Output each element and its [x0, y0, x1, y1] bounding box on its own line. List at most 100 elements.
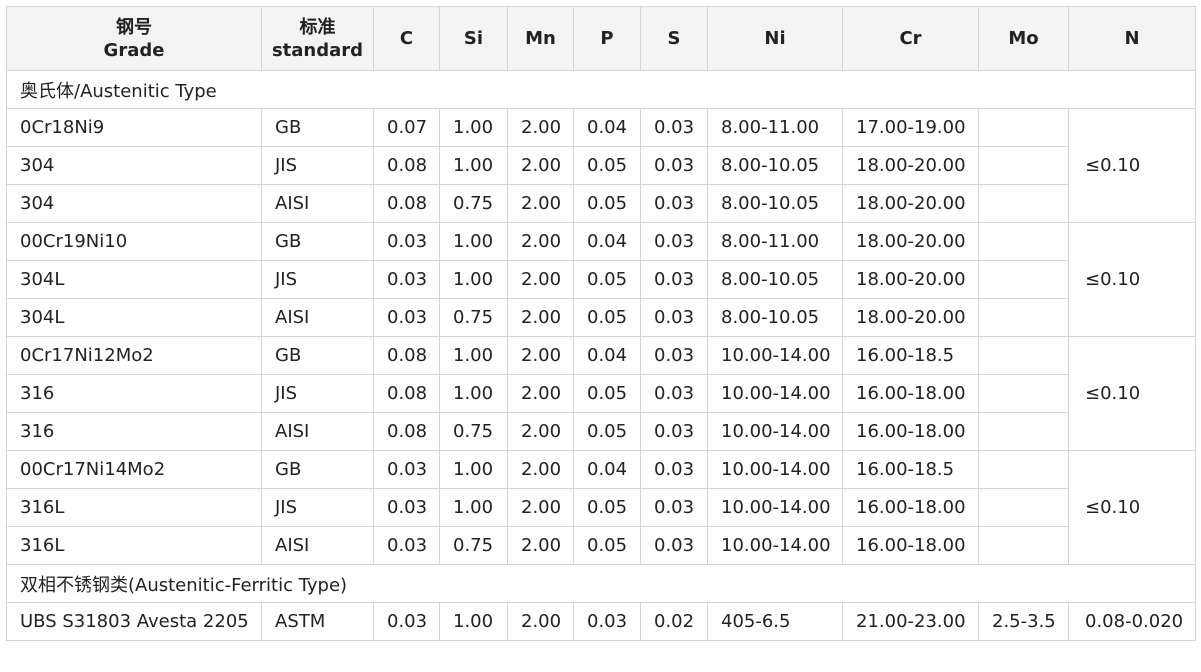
cell-s: 0.03 — [640, 260, 708, 299]
section-row: 双相不锈钢类(Austenitic-Ferritic Type) — [6, 564, 1196, 603]
cell-s: 0.03 — [640, 222, 708, 261]
header-s: S — [640, 6, 708, 71]
header-mn: Mn — [507, 6, 574, 71]
header-si: Si — [439, 6, 508, 71]
table-row: 304 JIS 0.08 1.00 2.00 0.05 0.03 8.00-10.05 18.0… — [6, 146, 1196, 185]
table-row: 316 JIS 0.08 1.00 2.00 0.05 0.03 10.00-14.00 16.… — [6, 374, 1196, 413]
table-row: 0Cr18Ni9 GB 0.07 1.00 2.00 0.04 0.03 8.00-11.00… — [6, 108, 1196, 223]
cell-grade: 304 — [6, 184, 262, 223]
cell-si: 1.00 — [439, 374, 508, 413]
header-cr: Cr — [842, 6, 979, 71]
cell-mo — [978, 450, 1069, 489]
table-row: 304L AISI 0.03 0.75 2.00 0.05 0.03 8.00-10.05 18… — [6, 298, 1196, 337]
cell-mn: 2.00 — [507, 488, 574, 527]
cell-s: 0.03 — [640, 450, 708, 489]
cell-grade: 0Cr17Ni12Mo2 — [6, 336, 262, 375]
cell-ni: 8.00-10.05 — [707, 260, 843, 299]
cell-si: 1.00 — [439, 260, 508, 299]
cell-mo — [978, 374, 1069, 413]
cell-p: 0.05 — [573, 260, 641, 299]
header-grade-en: Grade — [103, 39, 165, 61]
cell-n: ≤0.10 — [1068, 108, 1196, 223]
cell-standard: JIS — [261, 260, 374, 299]
table-row: 00Cr19Ni10 GB 0.03 1.00 2.00 0.04 0.03 8.00-11.… — [6, 222, 1196, 337]
cell-mn: 2.00 — [507, 374, 574, 413]
cell-standard: JIS — [261, 146, 374, 185]
cell-si: 0.75 — [439, 184, 508, 223]
table-row: 316L JIS 0.03 1.00 2.00 0.05 0.03 10.00-14.00 16… — [6, 488, 1196, 527]
cell-mn: 2.00 — [507, 222, 574, 261]
cell-grade: 316L — [6, 526, 262, 565]
cell-cr: 16.00-18.00 — [842, 412, 979, 451]
cell-p: 0.05 — [573, 526, 641, 565]
table-row: 316L AISI 0.03 0.75 2.00 0.05 0.03 10.00-14.00 1… — [6, 526, 1196, 565]
cell-mn: 2.00 — [507, 450, 574, 489]
cell-ni: 10.00-14.00 — [707, 336, 843, 375]
header-standard: 标准 standard — [261, 6, 374, 71]
cell-standard: AISI — [261, 298, 374, 337]
table-row: 00Cr17Ni14Mo2 GB 0.03 1.00 2.00 0.04 0.03 10.00… — [6, 450, 1196, 565]
cell-ni: 405-6.5 — [707, 602, 843, 641]
cell-c: 0.08 — [373, 412, 440, 451]
cell-c: 0.08 — [373, 184, 440, 223]
page: 钢号 Grade 标准 standard C Si Mn P S Ni Cr M… — [6, 6, 1196, 641]
cell-mn: 2.00 — [507, 526, 574, 565]
cell-n: ≤0.10 — [1068, 450, 1196, 565]
cell-mn: 2.00 — [507, 108, 574, 147]
table-body: 奥氏体/Austenitic Type 0Cr18Ni9 GB 0.07 1.00 2.0… — [6, 70, 1196, 641]
cell-standard: GB — [261, 222, 374, 261]
cell-s: 0.02 — [640, 602, 708, 641]
cell-s: 0.03 — [640, 374, 708, 413]
cell-mo — [978, 298, 1069, 337]
cell-mo: 2.5-3.5 — [978, 602, 1069, 641]
cell-grade: 0Cr18Ni9 — [6, 108, 262, 147]
header-standard-cn: 标准 — [299, 16, 336, 38]
cell-p: 0.05 — [573, 488, 641, 527]
cell-p: 0.04 — [573, 450, 641, 489]
cell-standard: GB — [261, 336, 374, 375]
cell-mn: 2.00 — [507, 260, 574, 299]
cell-ni: 8.00-11.00 — [707, 222, 843, 261]
table-row: 304 AISI 0.08 0.75 2.00 0.05 0.03 8.00-10.05 18.… — [6, 184, 1196, 223]
cell-n: ≤0.10 — [1068, 222, 1196, 337]
cell-si: 0.75 — [439, 412, 508, 451]
cell-mo — [978, 222, 1069, 261]
cell-s: 0.03 — [640, 336, 708, 375]
cell-si: 1.00 — [439, 222, 508, 261]
cell-n: ≤0.10 — [1068, 336, 1196, 451]
cell-mn: 2.00 — [507, 336, 574, 375]
cell-grade: 316L — [6, 488, 262, 527]
cell-standard: GB — [261, 108, 374, 147]
cell-ni: 10.00-14.00 — [707, 526, 843, 565]
cell-cr: 18.00-20.00 — [842, 146, 979, 185]
header-ni: Ni — [707, 6, 843, 71]
cell-s: 0.03 — [640, 146, 708, 185]
cell-n: 0.08-0.020 — [1068, 602, 1196, 641]
cell-cr: 18.00-20.00 — [842, 260, 979, 299]
cell-mo — [978, 336, 1069, 375]
cell-mo — [978, 108, 1069, 147]
cell-si: 1.00 — [439, 146, 508, 185]
cell-standard: JIS — [261, 488, 374, 527]
cell-cr: 16.00-18.5 — [842, 450, 979, 489]
cell-cr: 16.00-18.00 — [842, 374, 979, 413]
cell-grade: 304 — [6, 146, 262, 185]
cell-ni: 8.00-10.05 — [707, 298, 843, 337]
cell-c: 0.03 — [373, 450, 440, 489]
cell-si: 1.00 — [439, 602, 508, 641]
header-row: 钢号 Grade 标准 standard C Si Mn P S Ni Cr M… — [6, 6, 1196, 71]
cell-mo — [978, 412, 1069, 451]
cell-p: 0.04 — [573, 336, 641, 375]
table-row: 304L JIS 0.03 1.00 2.00 0.05 0.03 8.00-10.05 18.… — [6, 260, 1196, 299]
cell-cr: 16.00-18.5 — [842, 336, 979, 375]
cell-si: 1.00 — [439, 450, 508, 489]
header-c: C — [373, 6, 440, 71]
cell-grade: 304L — [6, 298, 262, 337]
cell-p: 0.05 — [573, 184, 641, 223]
table-row: 0Cr17Ni12Mo2 GB 0.08 1.00 2.00 0.04 0.03 10.00-… — [6, 336, 1196, 451]
cell-p: 0.05 — [573, 146, 641, 185]
cell-mn: 2.00 — [507, 184, 574, 223]
cell-p: 0.05 — [573, 412, 641, 451]
cell-ni: 8.00-11.00 — [707, 108, 843, 147]
cell-si: 0.75 — [439, 298, 508, 337]
